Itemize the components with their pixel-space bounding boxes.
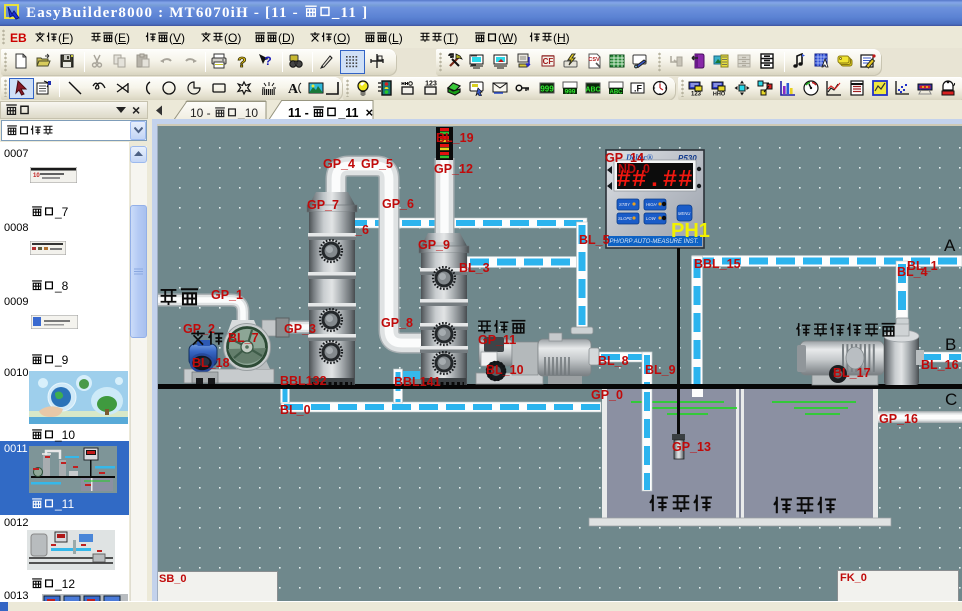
svg-text:ABC: ABC: [610, 90, 624, 96]
svg-text:10: 10: [33, 173, 40, 179]
svg-text:999: 999: [565, 89, 576, 96]
svg-text:PH/ORP AUTO-MEASURE INST.: PH/ORP AUTO-MEASURE INST.: [610, 239, 699, 245]
svg-text:.F: .F: [634, 84, 643, 94]
svg-text:999: 999: [540, 85, 554, 94]
svg-text:?: ?: [237, 54, 246, 69]
svg-text:HIGH: HIGH: [646, 202, 657, 207]
svg-text:?: ?: [264, 54, 271, 68]
svg-text:HHO: HHO: [713, 92, 726, 97]
svg-text:LOW: LOW: [646, 216, 657, 221]
svg-text:ABC: ABC: [585, 87, 600, 94]
svg-text:##.##: ##.##: [616, 167, 693, 194]
svg-text:STBY: STBY: [619, 202, 631, 207]
svg-text:MENU: MENU: [678, 211, 691, 216]
svg-text:CSV: CSV: [588, 57, 600, 63]
svg-text:A: A: [288, 82, 299, 96]
svg-text:CF: CF: [543, 57, 554, 66]
svg-text:SLOPE: SLOPE: [618, 216, 632, 221]
svg-text:123: 123: [691, 92, 702, 97]
